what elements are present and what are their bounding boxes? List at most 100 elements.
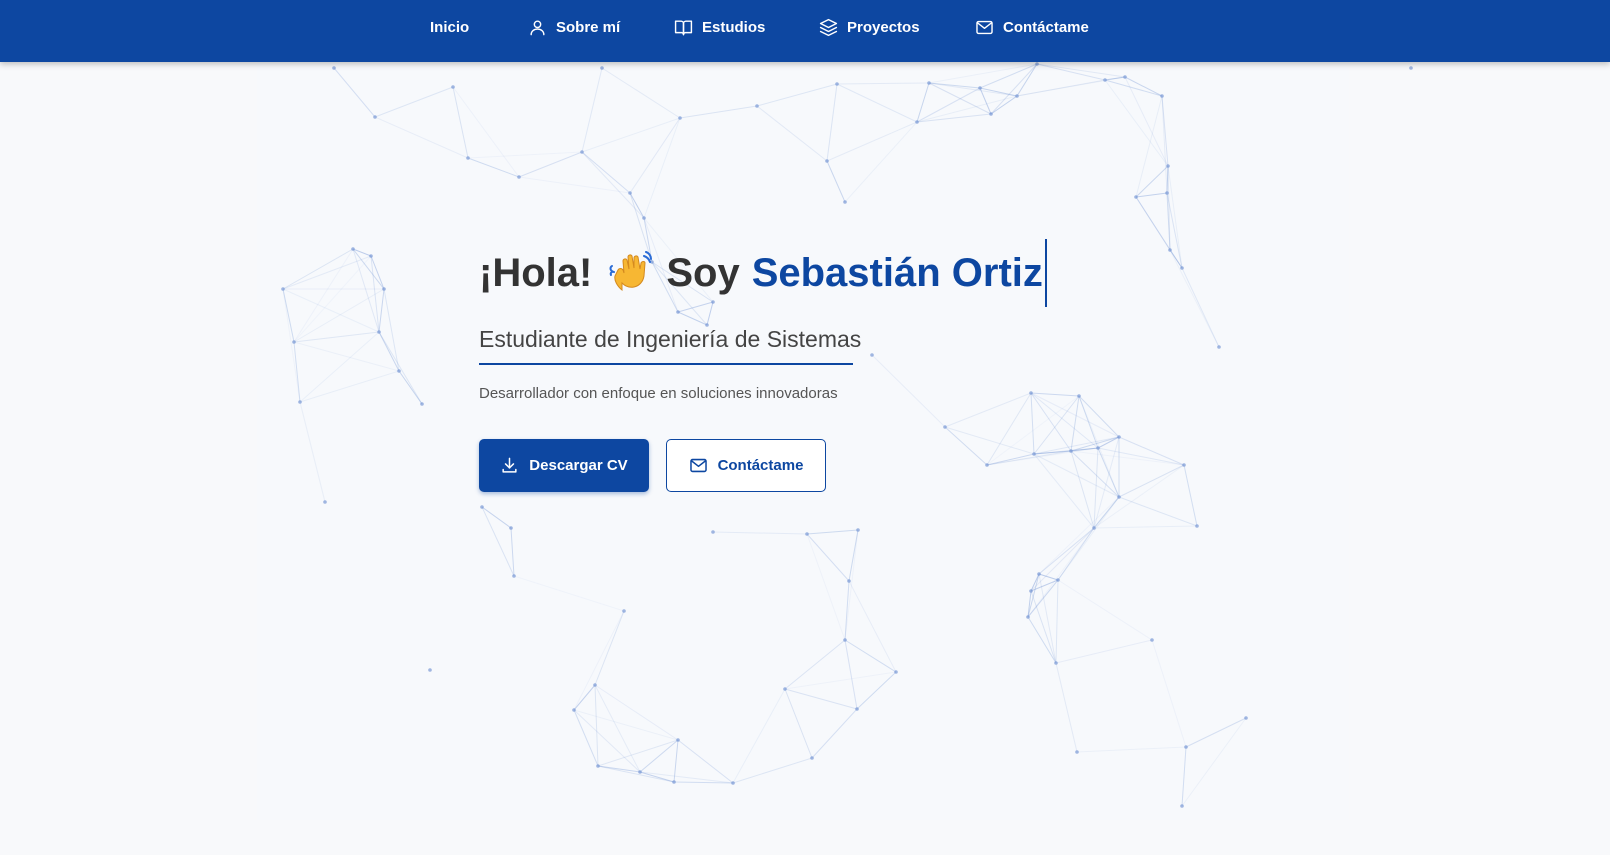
network-node	[927, 81, 931, 85]
network-line	[282, 288, 301, 403]
network-node	[678, 116, 682, 120]
network-line	[712, 531, 808, 535]
hero-title: ¡Hola! Soy Sebastián Ortiz	[479, 239, 1047, 307]
network-node	[281, 287, 285, 291]
network-line	[333, 67, 376, 118]
network-line	[756, 105, 828, 162]
network-node	[377, 330, 381, 334]
network-node	[731, 781, 735, 785]
network-line	[844, 639, 897, 673]
network-node	[810, 756, 814, 760]
nav-item-contactame[interactable]: Contáctame	[975, 0, 1089, 54]
network-node	[298, 400, 302, 404]
network-line	[1167, 165, 1183, 269]
network-line	[1135, 192, 1168, 198]
nav-item-proyectos[interactable]: Proyectos	[819, 0, 920, 54]
network-node	[397, 369, 401, 373]
network-node	[1134, 195, 1138, 199]
network-node	[351, 247, 355, 251]
network-line	[601, 67, 681, 119]
nav-item-label: Contáctame	[1003, 18, 1089, 36]
network-node	[1026, 615, 1030, 619]
nav-item-sobre-mi[interactable]: Sobre mí	[528, 0, 620, 54]
network-node	[847, 579, 851, 583]
nav-item-estudios[interactable]: Estudios	[674, 0, 765, 54]
contact-button-label: Contáctame	[717, 457, 804, 474]
network-line	[916, 95, 1018, 123]
download-cv-button[interactable]: Descargar CV	[479, 439, 649, 492]
network-line	[1181, 267, 1220, 348]
network-node	[783, 687, 787, 691]
network-node	[292, 340, 296, 344]
network-line	[848, 580, 897, 673]
network-node	[382, 287, 386, 291]
network-line	[1124, 76, 1169, 167]
network-line	[784, 688, 858, 710]
network-node	[1069, 449, 1073, 453]
network-line	[629, 117, 681, 194]
nav-item-label: Sobre mí	[556, 18, 621, 36]
download-cv-label: Descargar CV	[529, 457, 628, 474]
network-line	[1033, 453, 1120, 498]
network-line	[467, 151, 583, 159]
network-line	[806, 533, 850, 582]
network-node	[451, 85, 455, 89]
network-node	[642, 216, 646, 220]
network-line	[481, 506, 515, 577]
network-line	[1093, 464, 1185, 529]
network-line	[979, 63, 1038, 89]
network-node	[509, 526, 513, 530]
network-node	[1180, 266, 1184, 270]
network-node	[1123, 75, 1127, 79]
network-line	[594, 684, 641, 773]
network-node	[420, 402, 424, 406]
network-line	[784, 688, 813, 759]
network-line	[299, 370, 400, 403]
network-line	[643, 117, 681, 219]
network-node	[805, 532, 809, 536]
network-line	[806, 529, 859, 535]
network-line	[1118, 496, 1198, 527]
network-line	[374, 116, 469, 159]
network-node	[856, 528, 860, 532]
network-node	[428, 668, 432, 672]
network-line	[944, 426, 1035, 455]
network-node	[580, 150, 584, 154]
network-line	[282, 248, 354, 290]
typing-cursor	[1044, 239, 1047, 307]
network-line	[677, 311, 708, 326]
network-line	[1124, 76, 1163, 97]
network-node	[1184, 745, 1188, 749]
network-node	[943, 425, 947, 429]
network-line	[581, 117, 681, 153]
network-node	[676, 310, 680, 314]
network-line	[871, 354, 946, 428]
nav-item-label: Inicio	[430, 18, 470, 36]
network-line	[293, 341, 400, 372]
network-line	[282, 255, 372, 290]
network-lines	[282, 63, 1247, 807]
network-node	[1075, 750, 1079, 754]
book-icon	[674, 19, 693, 35]
contact-button[interactable]: Contáctame	[666, 439, 826, 492]
network-line	[1181, 717, 1247, 807]
network-node	[835, 82, 839, 86]
network-node	[1056, 578, 1060, 582]
network-line	[986, 447, 1099, 466]
network-line	[1036, 63, 1126, 78]
network-line	[836, 82, 930, 85]
network-node	[638, 770, 642, 774]
nav-item-inicio[interactable]: Inicio	[430, 0, 469, 54]
network-line	[990, 63, 1038, 115]
network-line	[1104, 79, 1169, 167]
network-line	[1185, 717, 1247, 748]
network-line	[928, 63, 1038, 84]
network-node	[676, 738, 680, 742]
network-node	[1029, 391, 1033, 395]
network-node	[622, 609, 626, 613]
network-line	[299, 331, 380, 403]
network-node	[1217, 345, 1221, 349]
network-node	[985, 463, 989, 467]
network-line	[1076, 746, 1187, 753]
network-node	[323, 500, 327, 504]
